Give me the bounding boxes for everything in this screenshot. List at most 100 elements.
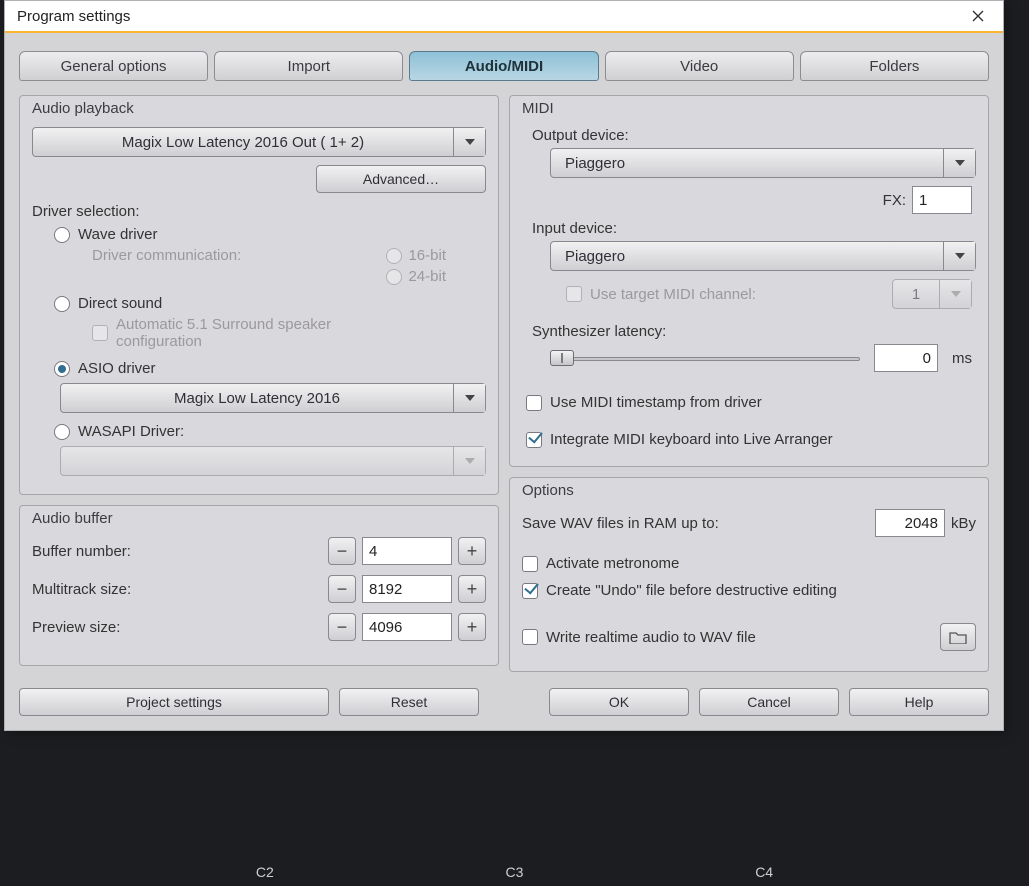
midi-input-value: Piaggero (551, 248, 943, 265)
bit16-radio (386, 248, 402, 264)
multitrack-minus[interactable]: − (328, 575, 356, 603)
realtime-check[interactable] (522, 629, 538, 645)
chevron-down-icon (453, 447, 485, 475)
asio-driver-row[interactable]: ASIO driver (32, 360, 486, 377)
preview-minus[interactable]: − (328, 613, 356, 641)
tabs: General options Import Audio/MIDI Video … (19, 51, 989, 81)
key-c4-label: C4 (755, 864, 773, 880)
wasapi-row[interactable]: WASAPI Driver: (32, 423, 486, 440)
direct-sound-radio[interactable] (54, 296, 70, 312)
advanced-button[interactable]: Advanced… (316, 165, 486, 193)
fx-input[interactable] (912, 186, 972, 214)
realtime-label: Write realtime audio to WAV file (546, 629, 756, 646)
integrate-check[interactable] (526, 432, 542, 448)
use-timestamp-check[interactable] (526, 395, 542, 411)
tab-audio-midi[interactable]: Audio/MIDI (409, 51, 598, 81)
synth-latency-unit: ms (952, 350, 972, 367)
columns: Audio playback Magix Low Latency 2016 Ou… (19, 95, 989, 672)
cancel-button[interactable]: Cancel (699, 688, 839, 716)
multitrack-plus[interactable]: + (458, 575, 486, 603)
wave-driver-radio[interactable] (54, 227, 70, 243)
bit24-radio (386, 269, 402, 285)
auto51-label: Automatic 5.1 Surround speaker configura… (116, 316, 396, 350)
direct-sound-row[interactable]: Direct sound (32, 295, 486, 312)
tab-folders[interactable]: Folders (800, 51, 989, 81)
preview-label: Preview size: (32, 619, 120, 636)
buffer-number-label: Buffer number: (32, 543, 131, 560)
audio-playback-group: Audio playback Magix Low Latency 2016 Ou… (19, 95, 499, 495)
midi-output-value: Piaggero (551, 155, 943, 172)
key-c3-label: C3 (506, 864, 524, 880)
driver-selection-label: Driver selection: (32, 203, 486, 220)
options-title: Options (522, 482, 976, 499)
ok-button[interactable]: OK (549, 688, 689, 716)
use-target-label: Use target MIDI channel: (590, 286, 756, 303)
wave-driver-label: Wave driver (78, 226, 157, 243)
project-settings-button[interactable]: Project settings (19, 688, 329, 716)
tab-video[interactable]: Video (605, 51, 794, 81)
save-wav-input[interactable] (875, 509, 945, 537)
key-c2-label: C2 (256, 864, 274, 880)
target-channel-combo: 1 (892, 279, 972, 309)
audio-buffer-group: Audio buffer Buffer number: − + Multitra… (19, 505, 499, 666)
target-channel-value: 1 (893, 286, 939, 303)
preview-input[interactable] (362, 613, 452, 641)
midi-output-combo[interactable]: Piaggero (550, 148, 976, 178)
chevron-down-icon (939, 280, 971, 308)
asio-device-value: Magix Low Latency 2016 (61, 390, 453, 407)
asio-device-combo[interactable]: Magix Low Latency 2016 (60, 383, 486, 413)
bit24-label: 24-bit (408, 268, 446, 285)
fx-label: FX: (883, 192, 906, 209)
undo-label: Create "Undo" file before destructive ed… (546, 582, 837, 599)
asio-driver-label: ASIO driver (78, 360, 156, 377)
auto51-check (92, 325, 108, 341)
use-target-check (566, 286, 582, 302)
tab-import[interactable]: Import (214, 51, 403, 81)
wasapi-radio[interactable] (54, 424, 70, 440)
browse-folder-button[interactable] (940, 623, 976, 651)
titlebar: Program settings (5, 1, 1003, 33)
midi-input-combo[interactable]: Piaggero (550, 241, 976, 271)
help-button[interactable]: Help (849, 688, 989, 716)
undo-check[interactable] (522, 583, 538, 599)
multitrack-input[interactable] (362, 575, 452, 603)
window-title: Program settings (17, 8, 130, 25)
buffer-number-input[interactable] (362, 537, 452, 565)
midi-group: MIDI Output device: Piaggero FX: Input d… (509, 95, 989, 467)
close-button[interactable] (957, 2, 999, 30)
chevron-down-icon (943, 242, 975, 270)
playback-device-combo[interactable]: Magix Low Latency 2016 Out ( 1+ 2) (32, 127, 486, 157)
left-column: Audio playback Magix Low Latency 2016 Ou… (19, 95, 499, 672)
metronome-check[interactable] (522, 556, 538, 572)
right-column: MIDI Output device: Piaggero FX: Input d… (509, 95, 989, 672)
chevron-down-icon (943, 149, 975, 177)
reset-button[interactable]: Reset (339, 688, 479, 716)
wasapi-device-combo (60, 446, 486, 476)
playback-device-value: Magix Low Latency 2016 Out ( 1+ 2) (33, 134, 453, 151)
bit16-label: 16-bit (408, 247, 446, 264)
buffer-number-minus[interactable]: − (328, 537, 356, 565)
close-icon (972, 10, 984, 22)
audio-playback-title: Audio playback (32, 100, 486, 117)
folder-icon (949, 630, 967, 644)
midi-output-label: Output device: (532, 127, 976, 144)
midi-input-label: Input device: (532, 220, 976, 237)
synth-latency-input[interactable] (874, 344, 938, 372)
wave-driver-row[interactable]: Wave driver (32, 226, 486, 243)
use-timestamp-label: Use MIDI timestamp from driver (550, 394, 762, 411)
metronome-label: Activate metronome (546, 555, 679, 572)
chevron-down-icon (453, 128, 485, 156)
options-group: Options Save WAV files in RAM up to: kBy… (509, 477, 989, 672)
tab-general-options[interactable]: General options (19, 51, 208, 81)
piano-key-labels: C2 C3 C4 (0, 864, 1029, 880)
asio-driver-radio[interactable] (54, 361, 70, 377)
audio-buffer-title: Audio buffer (32, 510, 486, 527)
multitrack-label: Multitrack size: (32, 581, 131, 598)
settings-dialog: Program settings General options Import … (4, 0, 1004, 731)
integrate-label: Integrate MIDI keyboard into Live Arrang… (550, 431, 833, 448)
buffer-number-plus[interactable]: + (458, 537, 486, 565)
preview-plus[interactable]: + (458, 613, 486, 641)
synth-latency-slider[interactable] (550, 348, 860, 368)
direct-sound-label: Direct sound (78, 295, 162, 312)
wasapi-label: WASAPI Driver: (78, 423, 184, 440)
